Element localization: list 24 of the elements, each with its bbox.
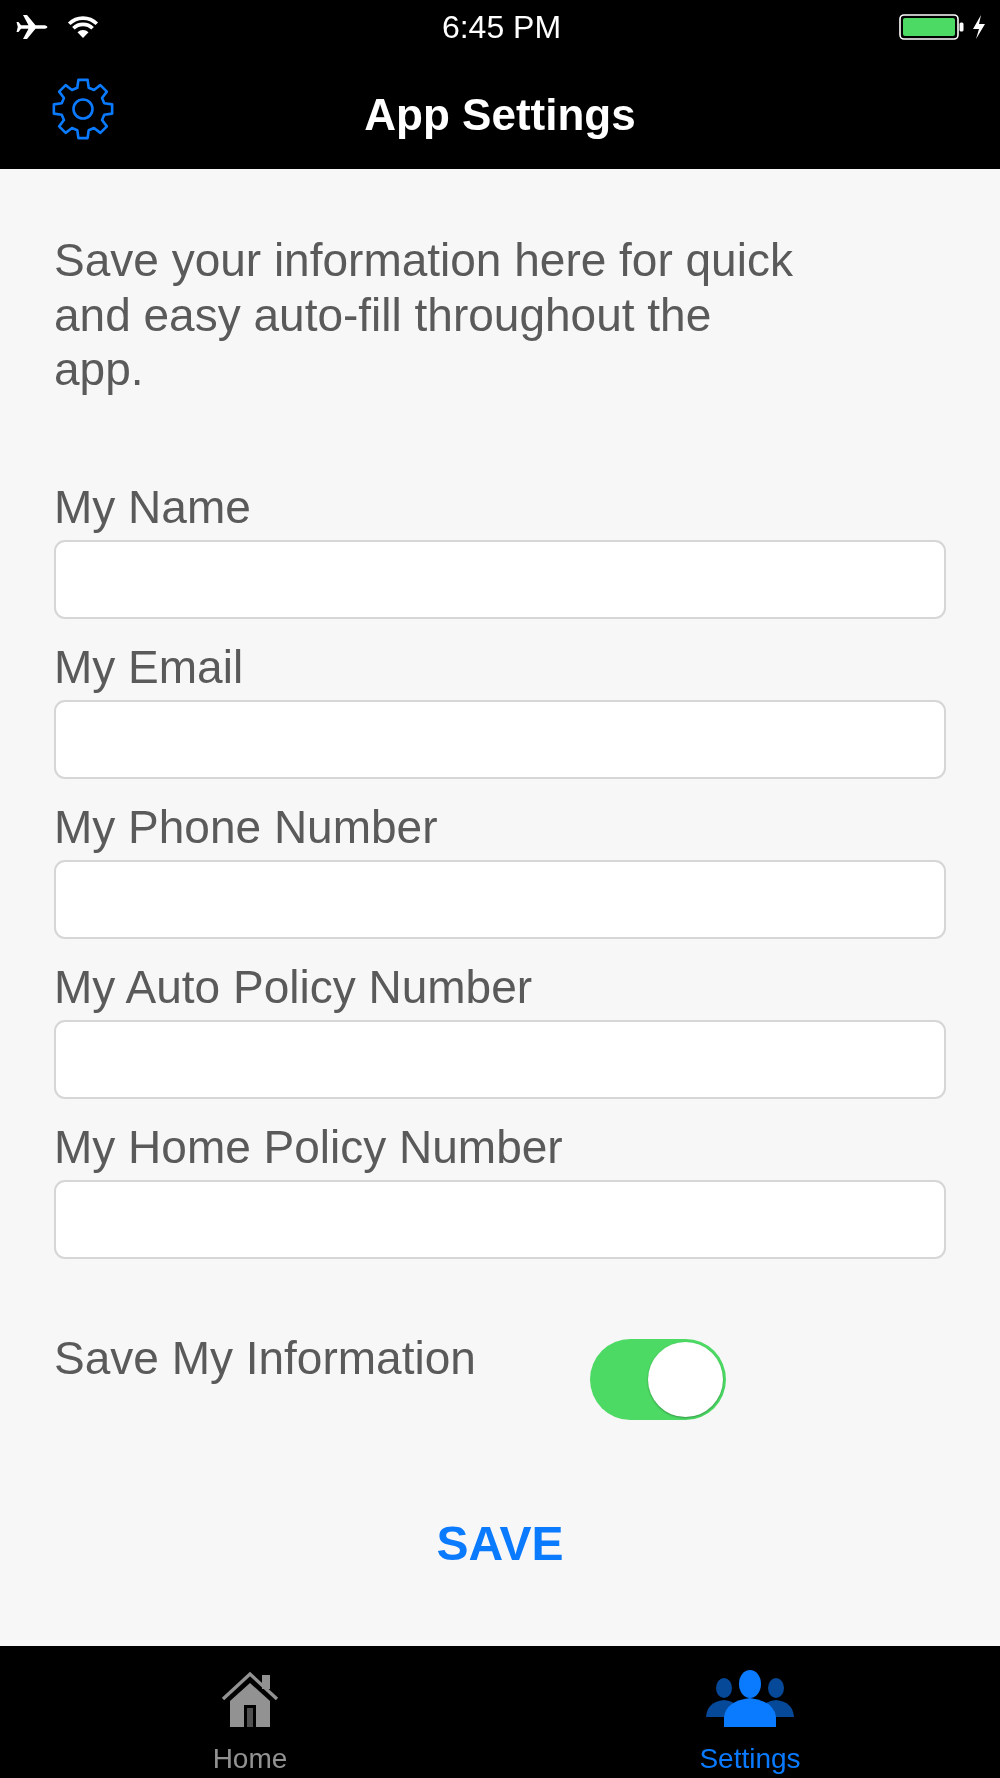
text-field[interactable]: [54, 1179, 946, 1259]
people-icon: [706, 1669, 794, 1727]
settings-icon[interactable]: [51, 77, 115, 141]
text-field[interactable]: [54, 699, 946, 779]
field-label: My Home Policy Number: [54, 1121, 563, 1172]
text-field[interactable]: [54, 539, 946, 619]
text-field[interactable]: [54, 859, 946, 939]
field-label: My Name: [54, 481, 251, 532]
toggle-label: Save My Information: [54, 1332, 476, 1383]
screen-title: App Settings: [364, 90, 636, 140]
field-label: My Email: [54, 641, 244, 692]
field-label: My Auto Policy Number: [54, 961, 533, 1012]
status-time: 6:45 PM: [441, 9, 562, 45]
field-label: My Phone Number: [54, 801, 438, 852]
intro-text: Save your information here for quick and easy auto-fill throughout the app.: [54, 233, 794, 397]
bolt-icon: [971, 15, 987, 39]
airplane-icon: [16, 14, 50, 40]
tab[interactable]: Settings: [699, 1669, 801, 1775]
house-icon: [220, 1669, 280, 1727]
save-button[interactable]: SAVE: [432, 1514, 568, 1573]
wifi-icon: [67, 15, 99, 39]
text-field[interactable]: [54, 1019, 946, 1099]
tab[interactable]: Home: [212, 1669, 288, 1775]
battery-icon: [899, 14, 964, 40]
